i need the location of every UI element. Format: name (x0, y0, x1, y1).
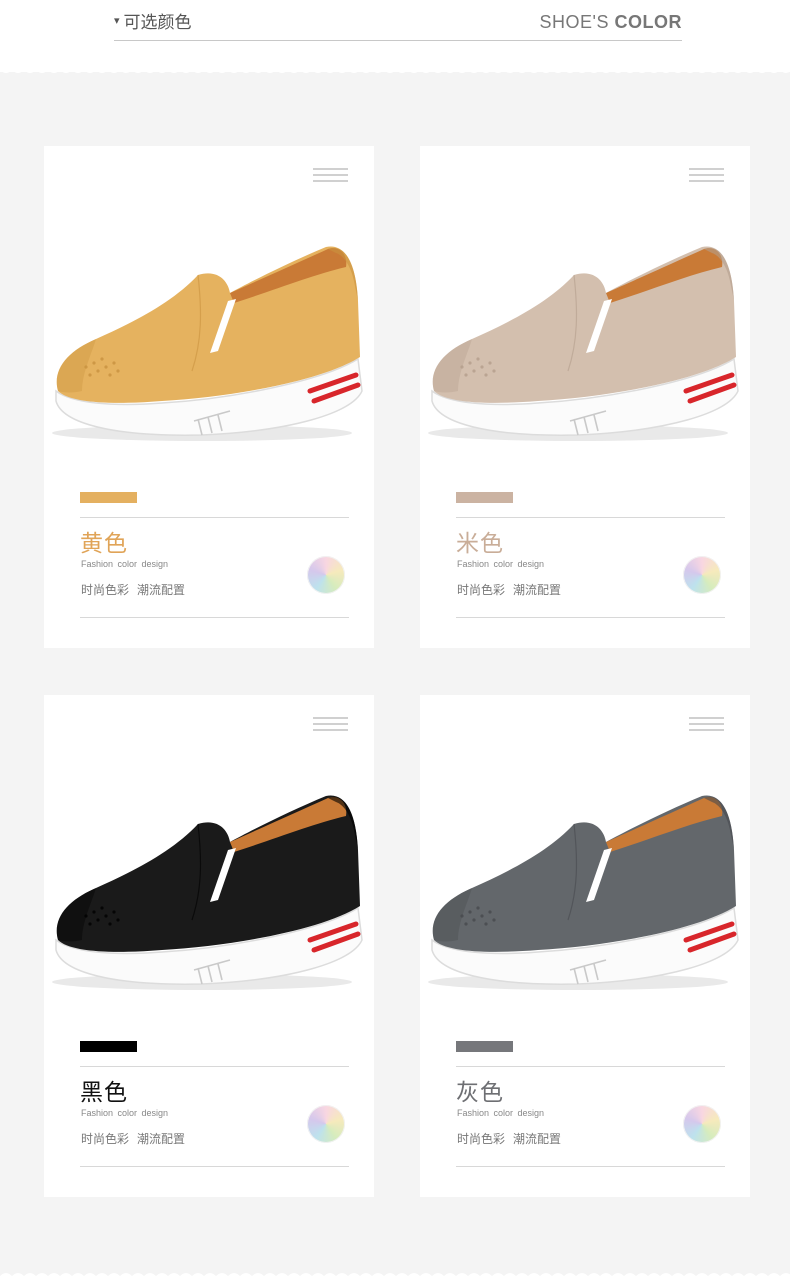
section-title-en: SHOE'S COLOR (540, 12, 682, 33)
divider (80, 617, 349, 618)
scalloped-edge-bottom (0, 1273, 790, 1282)
divider (80, 1166, 349, 1167)
color-swatch (456, 492, 513, 503)
caret-down-icon: ▾ (114, 14, 120, 27)
menu-lines-icon (313, 717, 348, 731)
divider (80, 1066, 349, 1067)
title-en-light: SHOE'S (539, 12, 609, 32)
divider (80, 517, 349, 518)
tag-2: 潮流配置 (513, 1132, 562, 1146)
menu-lines-icon (689, 168, 724, 182)
divider (456, 1166, 725, 1167)
subtitle-en: Fashion color design (457, 559, 545, 569)
color-card-gray[interactable]: 灰色 Fashion color design 时尚色彩 潮流配置 (420, 695, 750, 1197)
tagline: 时尚色彩 潮流配置 (81, 1130, 185, 1147)
shoe-image (52, 246, 363, 441)
color-swatch (80, 492, 137, 503)
divider (456, 617, 725, 618)
color-name: 黄色 (80, 531, 128, 557)
tag-2: 潮流配置 (137, 583, 186, 597)
shoe-image (52, 795, 363, 990)
tag-1: 时尚色彩 (457, 583, 506, 597)
header-divider (114, 40, 682, 41)
color-swatch (456, 1041, 513, 1052)
divider (456, 1066, 725, 1067)
color-wheel-icon (683, 1105, 721, 1143)
subtitle-en: Fashion color design (81, 559, 169, 569)
tag-1: 时尚色彩 (457, 1132, 506, 1146)
menu-lines-icon (689, 717, 724, 731)
section-header: ▾ 可选颜色 (114, 8, 192, 33)
section-title: 可选颜色 (123, 13, 192, 33)
color-name: 灰色 (456, 1080, 504, 1106)
color-wheel-icon (683, 556, 721, 594)
shoe-image (428, 246, 739, 441)
scalloped-edge-top (0, 64, 790, 73)
color-card-beige[interactable]: 米色 Fashion color design 时尚色彩 潮流配置 (420, 146, 750, 648)
tag-1: 时尚色彩 (81, 1132, 130, 1146)
divider (456, 517, 725, 518)
color-card-yellow[interactable]: 黄色 Fashion color design 时尚色彩 潮流配置 (44, 146, 374, 648)
color-wheel-icon (307, 556, 345, 594)
subtitle-en: Fashion color design (81, 1108, 169, 1118)
subtitle-en: Fashion color design (457, 1108, 545, 1118)
tagline: 时尚色彩 潮流配置 (81, 581, 185, 598)
color-wheel-icon (307, 1105, 345, 1143)
tagline: 时尚色彩 潮流配置 (457, 581, 561, 598)
tag-1: 时尚色彩 (81, 583, 130, 597)
tagline: 时尚色彩 潮流配置 (457, 1130, 561, 1147)
color-name: 黑色 (80, 1080, 128, 1106)
title-en-bold: COLOR (614, 12, 682, 32)
tag-2: 潮流配置 (137, 1132, 186, 1146)
menu-lines-icon (313, 168, 348, 182)
color-name: 米色 (456, 531, 504, 557)
color-swatch (80, 1041, 137, 1052)
shoe-image (428, 795, 739, 990)
color-card-black[interactable]: 黑色 Fashion color design 时尚色彩 潮流配置 (44, 695, 374, 1197)
tag-2: 潮流配置 (513, 583, 562, 597)
